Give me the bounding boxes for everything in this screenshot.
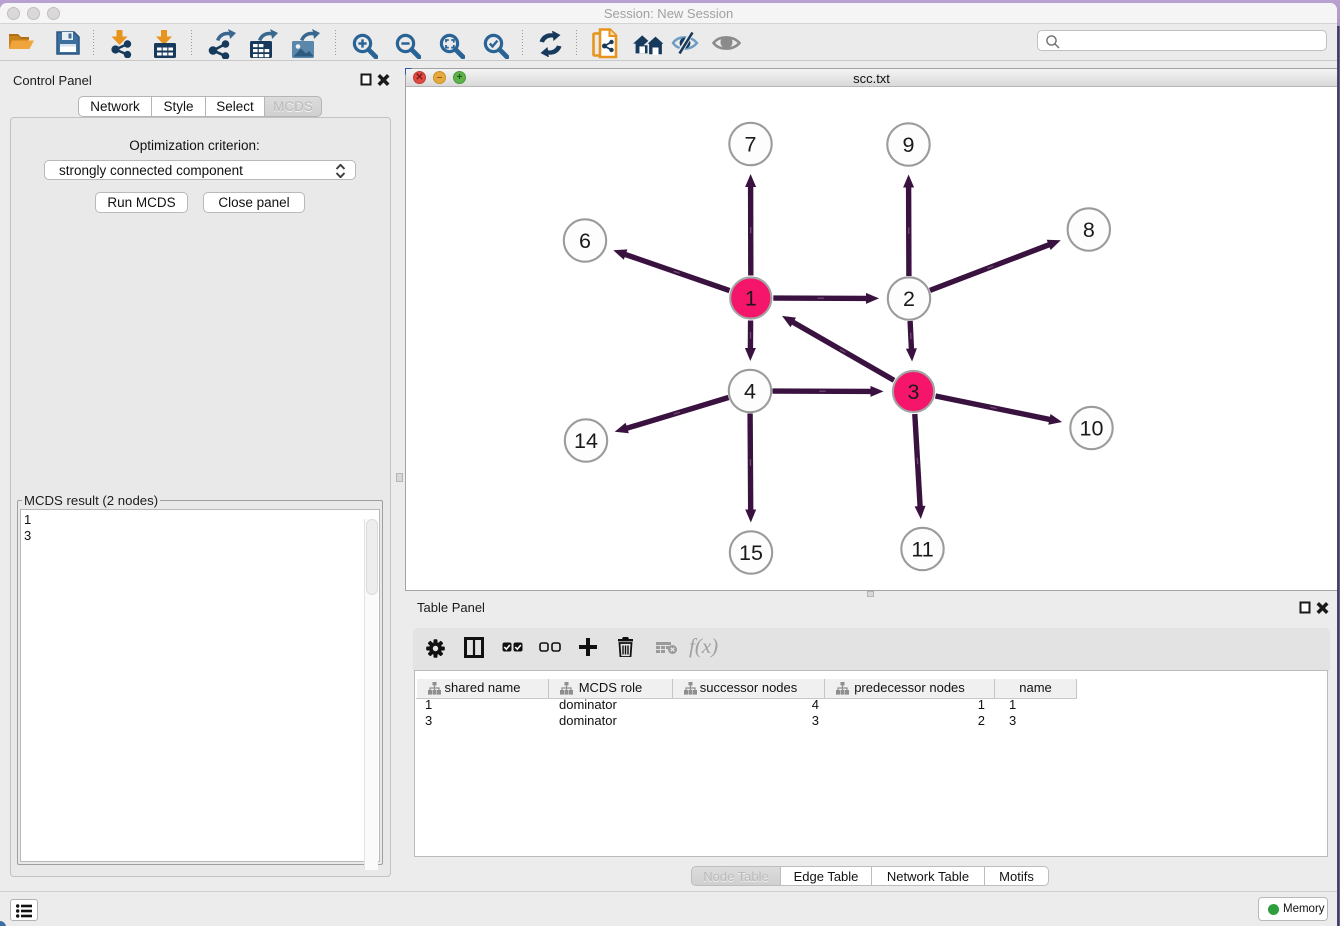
- svg-text:10: 10: [1080, 417, 1104, 441]
- svg-text:6: 6: [579, 229, 591, 253]
- svg-text:15: 15: [739, 541, 763, 565]
- svg-text:14: 14: [574, 429, 598, 453]
- svg-text:1: 1: [745, 287, 757, 311]
- svg-text:4: 4: [744, 380, 756, 404]
- svg-text:9: 9: [903, 133, 915, 157]
- svg-text:8: 8: [1083, 218, 1095, 242]
- svg-text:2: 2: [903, 287, 915, 311]
- svg-text:3: 3: [908, 380, 920, 404]
- svg-text:11: 11: [911, 538, 933, 562]
- svg-text:7: 7: [745, 133, 757, 157]
